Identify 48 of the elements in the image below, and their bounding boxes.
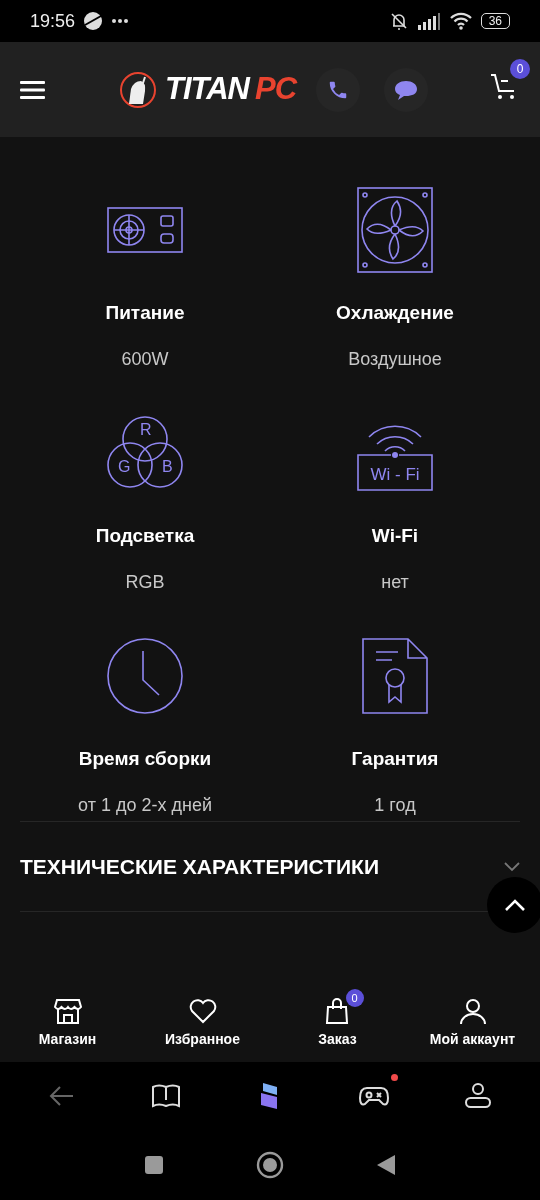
clock-time: 19:56 (30, 9, 76, 33)
chat-bubble-icon (394, 78, 419, 101)
nav-tab[interactable]: 0 Заказ (270, 985, 405, 1062)
spec-title: Подсветка (95, 524, 195, 548)
spec-value: 600W (121, 347, 169, 371)
spec-title: Wi-Fi (371, 524, 419, 548)
user-icon (458, 997, 487, 1025)
spec-title: Питание (105, 301, 185, 325)
nav-tab[interactable]: Магазин (0, 985, 135, 1062)
muted-bell-icon (388, 11, 409, 31)
signal-icon (416, 12, 441, 30)
fan-icon (357, 186, 433, 273)
scroll-top-button[interactable] (487, 877, 540, 933)
profile-icon[interactable] (463, 1081, 493, 1111)
spec-title: Время сборки (78, 747, 212, 771)
cart-count-badge: 0 (510, 59, 530, 79)
clock-icon (106, 636, 184, 715)
menu-icon[interactable] (20, 79, 45, 100)
nav-label: Магазин (38, 1030, 97, 1049)
home-icon[interactable] (256, 1151, 284, 1179)
chevron-up-icon (504, 898, 526, 912)
nav-tab[interactable]: Избранное (135, 985, 270, 1062)
recent-apps-icon[interactable] (144, 1155, 164, 1175)
spec-title: Гарантия (351, 747, 439, 771)
chevron-icon (504, 861, 520, 872)
spec-value: нет (381, 570, 409, 594)
count-badge: 0 (345, 989, 364, 1007)
spec-title: Охлаждение (336, 301, 454, 325)
spec-value: Воздушное (348, 347, 442, 371)
shop-icon (53, 997, 82, 1025)
spec-value: RGB (125, 570, 165, 594)
nav-tab[interactable]: Мой аккаунт (405, 985, 540, 1062)
specs-accordion[interactable]: ТЕХНИЧЕСКИЕ ХАРАКТЕРИСТИКИ (20, 850, 520, 883)
spec-value: 1 год (374, 793, 416, 817)
spec-value: от 1 до 2-х дней (78, 793, 212, 817)
heart-icon (188, 997, 217, 1025)
nav-label: Мой аккаунт (429, 1030, 516, 1049)
power-supply-icon (107, 206, 183, 253)
logo-text[interactable]: TITAN PC (165, 66, 297, 113)
planet-icon (83, 11, 104, 31)
battery-level: 36 (480, 13, 510, 29)
certificate-icon (362, 637, 428, 714)
helmet-logo-icon (119, 70, 157, 109)
more-icon (111, 18, 130, 24)
back-icon[interactable] (376, 1154, 396, 1176)
nav-label: Заказ (318, 1030, 357, 1049)
nav-label: Избранное (165, 1030, 240, 1049)
wifi-icon (448, 12, 473, 30)
